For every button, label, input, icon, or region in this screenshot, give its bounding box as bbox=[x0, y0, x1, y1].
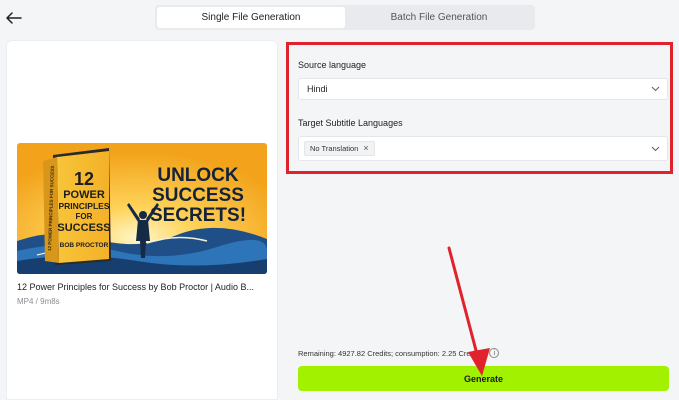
book-title-line-1: 12 bbox=[74, 169, 94, 189]
video-title: 12 Power Principles for Success by Bob P… bbox=[17, 282, 254, 292]
tab-batch-file[interactable]: Batch File Generation bbox=[345, 7, 533, 28]
book-title-line-2: POWER bbox=[63, 189, 105, 201]
video-meta: MP4 / 9m8s bbox=[17, 297, 60, 306]
highlight-box bbox=[286, 42, 673, 174]
video-thumbnail[interactable]: 12 POWER PRINCIPLES FOR SUCCESS 12 POWER… bbox=[17, 143, 267, 274]
book-title-line-5: SUCCESS bbox=[57, 222, 110, 234]
book-title-line-4: FOR bbox=[76, 212, 93, 221]
back-button[interactable] bbox=[4, 8, 24, 28]
headline-line-1: UNLOCK bbox=[157, 165, 239, 186]
book-title-line-3: PRINCIPLES bbox=[58, 201, 109, 211]
generate-button[interactable]: Generate bbox=[298, 366, 669, 391]
headline-line-3: SECRETS! bbox=[150, 205, 246, 226]
headline-line-2: SUCCESS bbox=[152, 185, 244, 206]
credits-text: Remaining: 4927.82 Credits; consumption:… bbox=[298, 348, 483, 358]
book-author: BOB PROCTOR bbox=[60, 242, 109, 249]
credits-info: Remaining: 4927.82 Credits; consumption:… bbox=[298, 348, 500, 358]
tab-single-file[interactable]: Single File Generation bbox=[157, 7, 345, 28]
back-arrow-icon bbox=[6, 12, 22, 24]
generation-mode-tabs: Single File Generation Batch File Genera… bbox=[155, 5, 535, 30]
info-icon[interactable]: i bbox=[489, 348, 500, 358]
video-preview-panel: 12 POWER PRINCIPLES FOR SUCCESS 12 POWER… bbox=[6, 40, 278, 400]
